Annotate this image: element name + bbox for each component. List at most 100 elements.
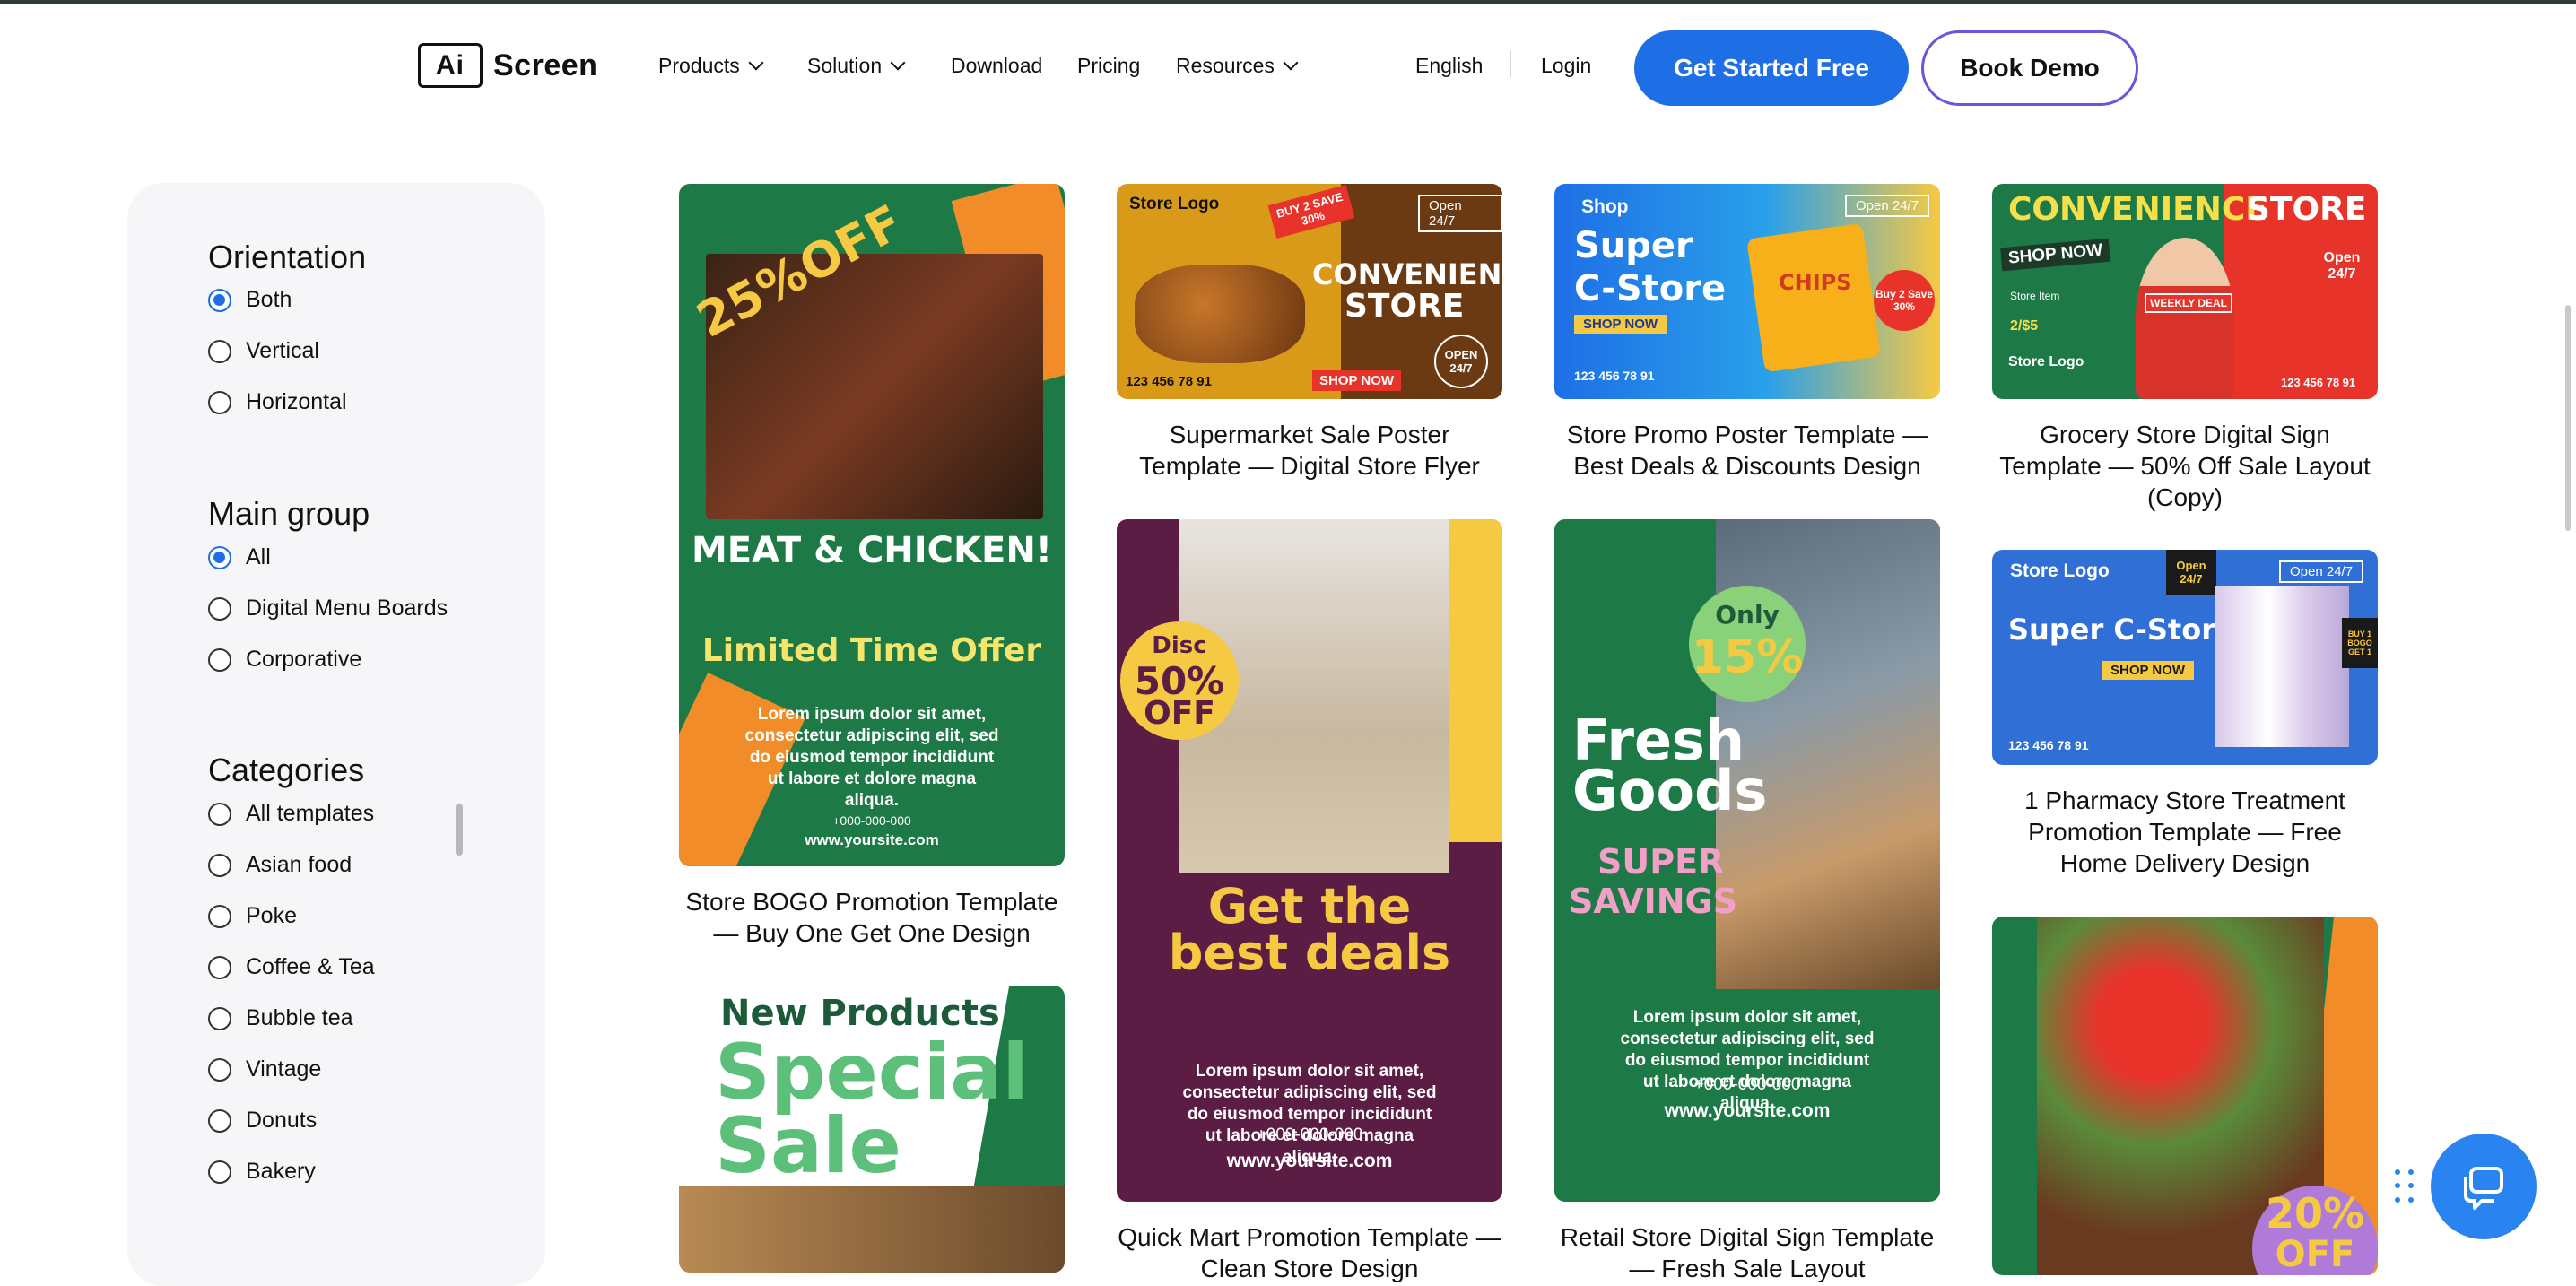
nav-label: Download: [951, 54, 1043, 77]
categories-title: Categories: [208, 752, 365, 788]
template-thumbnail[interactable]: CONVENIENCE STORE SHOP NOW Open 24/7 WEE…: [1992, 184, 2378, 399]
template-thumbnail[interactable]: Only 15% Fresh Goods SUPER SAVINGS Lorem…: [1554, 519, 1940, 1202]
radio[interactable]: [208, 1108, 231, 1133]
chevron-down-icon: [748, 55, 764, 71]
template-card[interactable]: Store Logo BUY 2 SAVE 30% Open 24/7 CONV…: [1117, 184, 1502, 482]
category-coffee-tea[interactable]: Coffee & Tea: [208, 954, 375, 980]
template-card[interactable]: Shop Open 24/7 Super C-Store SHOP NOW CH…: [1554, 184, 1940, 482]
phone-text: +000-000-000: [1693, 1075, 1801, 1094]
template-thumbnail[interactable]: Store Logo BUY 2 SAVE 30% Open 24/7 CONV…: [1117, 184, 1502, 399]
phone-text: +000-000-000: [1256, 1125, 1363, 1144]
site-logo[interactable]: Ai Screen: [418, 43, 597, 88]
template-card[interactable]: Only 15% Fresh Goods SUPER SAVINGS Lorem…: [1554, 519, 1940, 1284]
template-title[interactable]: Grocery Store Digital Sign Template — 50…: [1992, 419, 2378, 513]
radio[interactable]: [208, 647, 231, 672]
bogo-badge: BUY 1 BOGO GET 1: [2342, 618, 2378, 668]
login-link[interactable]: Login: [1541, 54, 1591, 78]
template-card[interactable]: New Products Special Sale: [679, 986, 1065, 1273]
chevron-down-icon: [890, 55, 906, 71]
super-label: SUPER: [1597, 842, 1725, 882]
orientation-option-both[interactable]: Both: [208, 287, 292, 313]
category-bubble-tea[interactable]: Bubble tea: [208, 1005, 353, 1031]
hours-tag: Open 24/7: [1418, 195, 1502, 232]
phone-text: +000-000-000: [832, 813, 911, 828]
template-title[interactable]: Quick Mart Promotion Template — Clean St…: [1117, 1221, 1502, 1284]
template-title[interactable]: Store Promo Poster Template — Best Deals…: [1554, 419, 1940, 482]
option-label: Bubble tea: [246, 1005, 353, 1030]
sidebar-scrollbar[interactable]: [456, 804, 463, 856]
nav-download[interactable]: Download: [951, 54, 1042, 78]
template-card[interactable]: 25%OFF MEAT & CHICKEN! Limited Time Offe…: [679, 184, 1065, 949]
radio[interactable]: [208, 904, 231, 928]
option-label: Corporative: [246, 647, 362, 672]
main-group-option-corporative[interactable]: Corporative: [208, 647, 361, 673]
nav-label: Products: [658, 54, 740, 77]
template-thumbnail[interactable]: Shop Open 24/7 Super C-Store SHOP NOW CH…: [1554, 184, 1940, 399]
template-thumbnail[interactable]: Store Logo Open 24/7 Open 24/7 Super C-S…: [1992, 550, 2378, 765]
orientation-option-horizontal[interactable]: Horizontal: [208, 389, 347, 415]
shop-now-tag: SHOP NOW: [2102, 661, 2195, 680]
site-header: Ai Screen Products Solution Download Pri…: [0, 4, 2576, 126]
filter-sidebar: Orientation Both Vertical Horizontal Mai…: [127, 183, 545, 1286]
phone-text: 123 456 78 91: [2008, 738, 2089, 752]
chat-button[interactable]: [2431, 1134, 2537, 1239]
template-card[interactable]: CONVENIENCE STORE SHOP NOW Open 24/7 WEE…: [1992, 184, 2378, 513]
body-text: Lorem ipsum dolor sit amet, consectetur …: [744, 705, 999, 810]
orientation-title: Orientation: [208, 239, 367, 275]
shop-now-tag: SHOP NOW: [2000, 238, 2111, 272]
radio[interactable]: [208, 955, 231, 979]
category-poke[interactable]: Poke: [208, 903, 297, 929]
nav-resources[interactable]: Resources: [1176, 54, 1299, 78]
site-text: www.yoursite.com: [1226, 1151, 1393, 1171]
category-all-templates[interactable]: All templates: [208, 801, 374, 827]
category-bakery[interactable]: Bakery: [208, 1159, 316, 1185]
radio[interactable]: [208, 1160, 231, 1184]
template-thumbnail[interactable]: Disc 50% OFF Get the best deals Lorem ip…: [1117, 519, 1502, 1202]
main-group-option-digital-menu-boards[interactable]: Digital Menu Boards: [208, 595, 448, 621]
headline-large: Sale: [715, 1101, 901, 1191]
book-demo-button[interactable]: Book Demo: [1921, 30, 2138, 106]
shop-photo: [679, 1186, 1065, 1273]
radio-selected[interactable]: [208, 288, 231, 312]
site-text: www.yoursite.com: [1664, 1100, 1831, 1121]
template-title[interactable]: Retail Store Digital Sign Template — Fre…: [1554, 1221, 1940, 1284]
open-ribbon: Open 24/7: [2166, 550, 2216, 595]
template-thumbnail[interactable]: 20% OFF: [1992, 917, 2378, 1275]
template-title[interactable]: Supermarket Sale Poster Template — Digit…: [1117, 419, 1502, 482]
burger-photo: [1135, 265, 1305, 363]
option-label: Bakery: [246, 1159, 316, 1184]
category-donuts[interactable]: Donuts: [208, 1108, 317, 1134]
template-title[interactable]: 1 Pharmacy Store Treatment Promotion Tem…: [1992, 785, 2378, 879]
headline: best deals: [1168, 925, 1451, 981]
main-group-option-all[interactable]: All: [208, 544, 271, 570]
orientation-option-vertical[interactable]: Vertical: [208, 338, 319, 364]
nav-products[interactable]: Products: [658, 54, 764, 78]
radio[interactable]: [208, 390, 231, 414]
radio-selected[interactable]: [208, 545, 231, 569]
radio[interactable]: [208, 1006, 231, 1030]
open-badge: OPEN 24/7: [1434, 335, 1488, 388]
template-card[interactable]: 20% OFF: [1992, 917, 2378, 1275]
radio[interactable]: [208, 853, 231, 877]
radio[interactable]: [208, 339, 231, 363]
option-label: All templates: [246, 801, 375, 826]
template-card[interactable]: Disc 50% OFF Get the best deals Lorem ip…: [1117, 519, 1502, 1284]
radio[interactable]: [208, 1057, 231, 1082]
radio[interactable]: [208, 802, 231, 826]
page-scrollbar[interactable]: [2565, 305, 2571, 531]
off-label: OFF: [2275, 1234, 2355, 1275]
clerk-photo: [2136, 238, 2234, 399]
language-selector[interactable]: English: [1415, 54, 1483, 78]
template-thumbnail[interactable]: New Products Special Sale: [679, 986, 1065, 1273]
template-title[interactable]: Store BOGO Promotion Template — Buy One …: [679, 886, 1065, 949]
nav-pricing[interactable]: Pricing: [1077, 54, 1140, 78]
nav-solution[interactable]: Solution: [807, 54, 906, 78]
drag-dots-icon[interactable]: [2395, 1169, 2416, 1205]
template-thumbnail[interactable]: 25%OFF MEAT & CHICKEN! Limited Time Offe…: [679, 184, 1065, 866]
phone-text: 123 456 78 91: [1574, 369, 1655, 383]
template-card[interactable]: Store Logo Open 24/7 Open 24/7 Super C-S…: [1992, 550, 2378, 879]
category-asian-food[interactable]: Asian food: [208, 852, 352, 878]
radio[interactable]: [208, 596, 231, 621]
category-vintage[interactable]: Vintage: [208, 1056, 321, 1082]
get-started-button[interactable]: Get Started Free: [1634, 30, 1909, 106]
